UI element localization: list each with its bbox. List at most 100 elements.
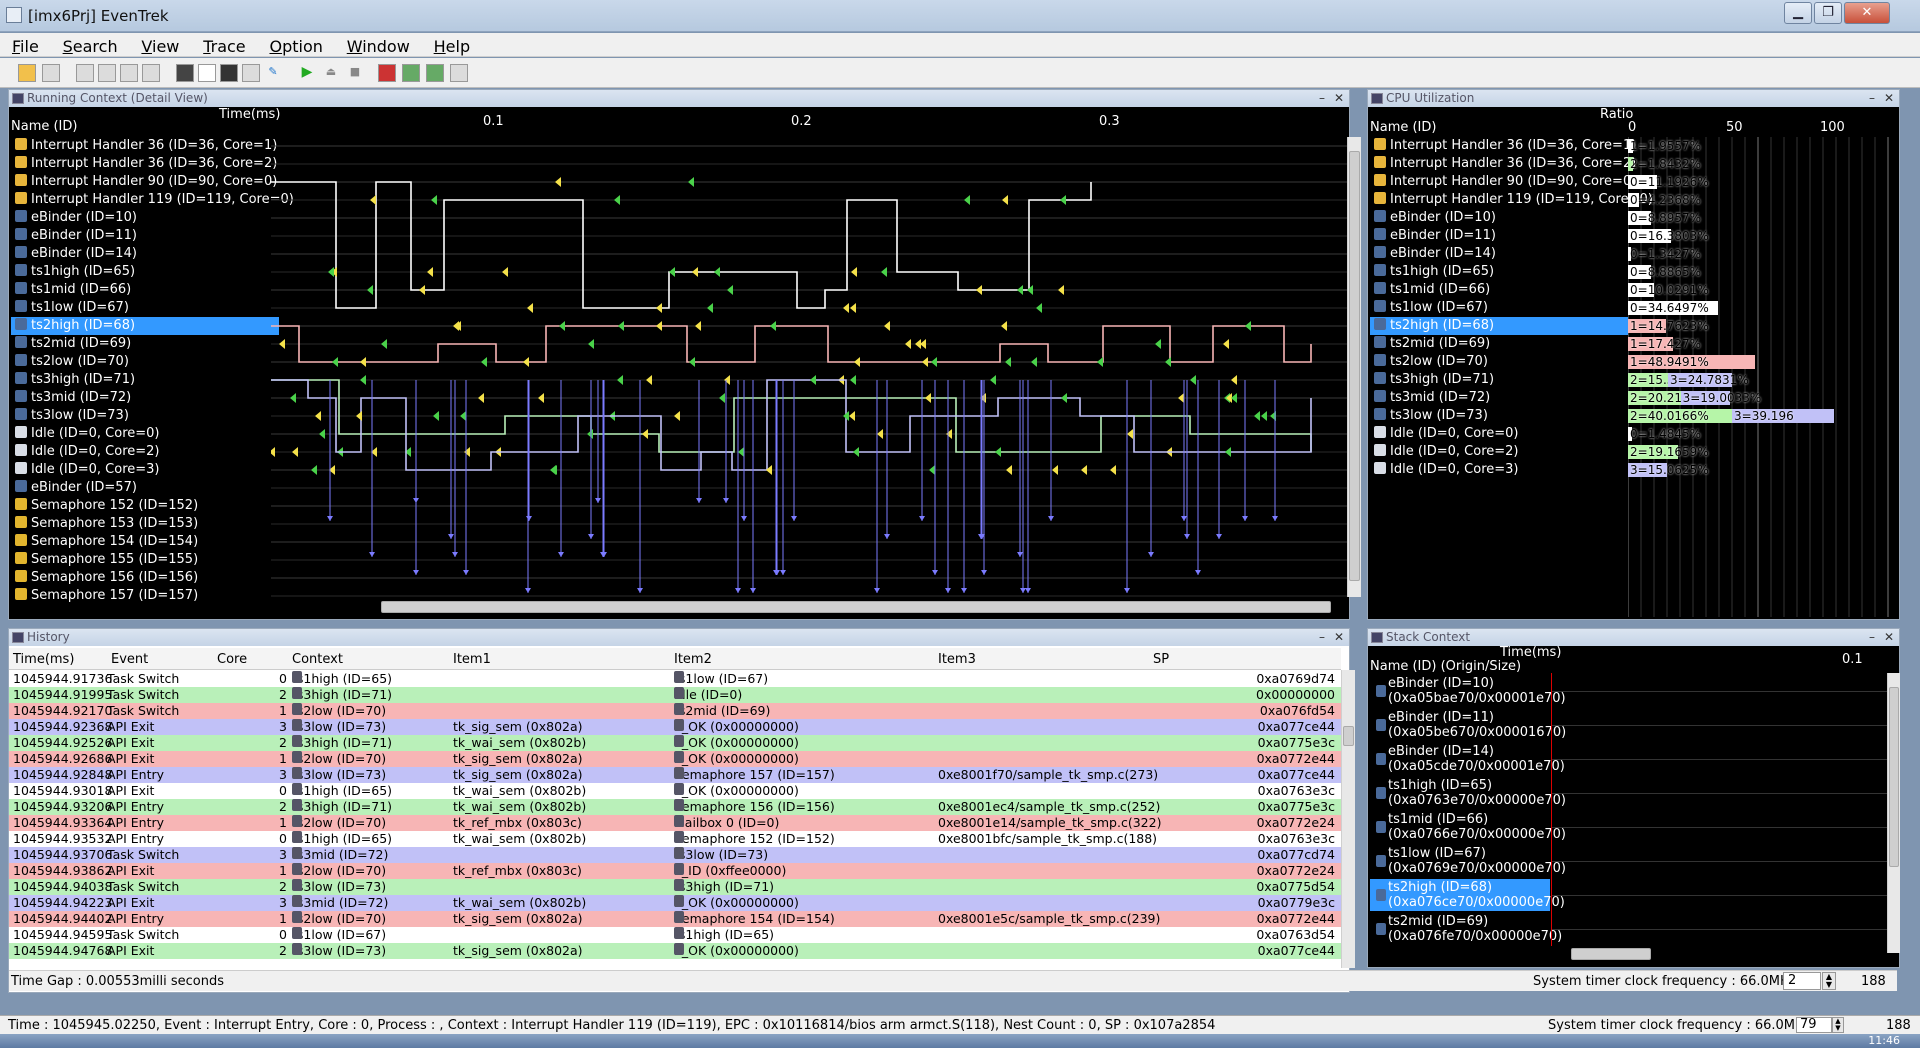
- history-row[interactable]: 1045944.94402 API Entry 1 ts2low (ID=70) tk_…: [9, 911, 1341, 927]
- running-row[interactable]: Interrupt Handler 36 (ID=36, Core=2): [11, 155, 279, 173]
- history-row[interactable]: 1045944.92686 API Exit 1 ts2low (ID=70) tk_s…: [9, 751, 1341, 767]
- running-row[interactable]: Interrupt Handler 119 (ID=119, Core=0): [11, 191, 294, 209]
- column-header-item1[interactable]: Item1: [453, 652, 491, 667]
- menu-search[interactable]: Search: [51, 33, 126, 56]
- running-row[interactable]: Idle (ID=0, Core=0): [11, 425, 279, 443]
- stack-horizontal-scrollbar[interactable]: [1551, 946, 1887, 962]
- column-header-time[interactable]: Time(ms): [13, 652, 74, 667]
- stack-row[interactable]: eBinder (ID=10) (0xa05bae70/0x00001e70): [1370, 675, 1566, 707]
- running-row[interactable]: Interrupt Handler 36 (ID=36, Core=1): [11, 137, 279, 155]
- running-row[interactable]: ts1mid (ID=66): [11, 281, 279, 299]
- cpu-row[interactable]: Interrupt Handler 36 (ID=36, Core=2): [1370, 155, 1636, 173]
- cpu-row[interactable]: ts1high (ID=65): [1370, 263, 1628, 281]
- running-row[interactable]: ts1high (ID=65): [11, 263, 279, 281]
- menu-trace[interactable]: Trace: [191, 33, 253, 56]
- running-row[interactable]: Idle (ID=0, Core=2): [11, 443, 279, 461]
- running-row[interactable]: ts2low (ID=70): [11, 353, 279, 371]
- menu-file[interactable]: File: [0, 33, 47, 56]
- cpu-row[interactable]: eBinder (ID=11): [1370, 227, 1628, 245]
- scroll-thumb[interactable]: [1343, 726, 1354, 746]
- running-row[interactable]: Semaphore 152 (ID=152): [11, 497, 279, 515]
- cpu-row[interactable]: Idle (ID=0, Core=3): [1370, 461, 1628, 479]
- running-row[interactable]: Semaphore 153 (ID=153): [11, 515, 279, 533]
- scroll-thumb[interactable]: [381, 601, 1331, 613]
- cpu-row[interactable]: ts2mid (ID=69): [1370, 335, 1628, 353]
- menu-help[interactable]: Help: [422, 33, 478, 56]
- history-row[interactable]: 1045944.92170 Task Switch 1 ts2low (ID=70) t…: [9, 703, 1341, 719]
- history-row[interactable]: 1045944.93862 API Exit 1 ts2low (ID=70) tk_r…: [9, 863, 1341, 879]
- column-header-event[interactable]: Event: [111, 652, 148, 667]
- stop-icon[interactable]: ■: [346, 64, 364, 82]
- trace-flag-icon[interactable]: [402, 64, 420, 82]
- spin-buttons[interactable]: ▲ ▼: [1822, 972, 1836, 990]
- panel-minimize-button[interactable]: –: [1315, 629, 1329, 646]
- history-row[interactable]: 1045944.91995 Task Switch 2 ts3high (ID=71)…: [9, 687, 1341, 703]
- stack-row[interactable]: ts2mid (ID=69) (0xa076fe70/0x00000e70): [1370, 913, 1562, 945]
- running-row[interactable]: ts2mid (ID=69): [11, 335, 279, 353]
- cpu-row[interactable]: Interrupt Handler 36 (ID=36, Core=1): [1370, 137, 1636, 155]
- find-abc-icon[interactable]: [98, 64, 116, 82]
- stack-row[interactable]: eBinder (ID=14) (0xa05cde70/0x00001e70): [1370, 743, 1565, 775]
- history-vertical-scrollbar[interactable]: [1341, 670, 1355, 968]
- cpu-row[interactable]: eBinder (ID=14): [1370, 245, 1628, 263]
- history-row[interactable]: 1045944.93364 API Entry 1 ts2low (ID=70) tk_…: [9, 815, 1341, 831]
- panel-close-button[interactable]: ✕: [1882, 629, 1896, 646]
- cpu-row[interactable]: ts1low (ID=67): [1370, 299, 1628, 317]
- running-context-timeline[interactable]: [271, 137, 1347, 597]
- running-row[interactable]: Semaphore 155 (ID=155): [11, 551, 279, 569]
- panel-close-button[interactable]: ✕: [1332, 629, 1346, 646]
- cpu-row[interactable]: ts2low (ID=70): [1370, 353, 1628, 371]
- history-row[interactable]: 1045944.94768 API Exit 2 ts3low (ID=73) tk_s…: [9, 943, 1341, 959]
- cpu-row[interactable]: ts2high (ID=68): [1370, 317, 1628, 335]
- stack-row[interactable]: ts1low (ID=67) (0xa0769e70/0x00000e70): [1370, 845, 1566, 877]
- stack-row[interactable]: ts1high (ID=65) (0xa0763e70/0x00000e70): [1370, 777, 1566, 809]
- record-icon[interactable]: [378, 64, 396, 82]
- find-next-icon[interactable]: [142, 64, 160, 82]
- running-row[interactable]: ts3mid (ID=72): [11, 389, 279, 407]
- spin-value-input[interactable]: 79: [1796, 1017, 1832, 1033]
- running-row[interactable]: eBinder (ID=10): [11, 209, 279, 227]
- running-row[interactable]: Semaphore 157 (ID=157): [11, 587, 279, 605]
- history-row[interactable]: 1045944.93206 API Entry 2 ts3high (ID=71) tk…: [9, 799, 1341, 815]
- running-row[interactable]: eBinder (ID=57): [11, 479, 279, 497]
- menu-option[interactable]: Option: [257, 33, 330, 56]
- running-row[interactable]: eBinder (ID=11): [11, 227, 279, 245]
- column-header-item3[interactable]: Item3: [938, 652, 976, 667]
- document-icon[interactable]: [198, 64, 216, 82]
- close-button[interactable]: ✕: [1844, 2, 1890, 24]
- running-row[interactable]: eBinder (ID=14): [11, 245, 279, 263]
- table-view-icon[interactable]: [242, 64, 260, 82]
- menu-window[interactable]: Window: [335, 33, 418, 56]
- cpu-row[interactable]: Idle (ID=0, Core=2): [1370, 443, 1628, 461]
- save-icon[interactable]: [42, 64, 60, 82]
- running-row[interactable]: Semaphore 154 (ID=154): [11, 533, 279, 551]
- history-row[interactable]: 1045944.92848 API Entry 3 ts3low (ID=73) tk_…: [9, 767, 1341, 783]
- detail-view-icon[interactable]: [176, 64, 194, 82]
- panel-close-button[interactable]: ✕: [1882, 90, 1896, 107]
- running-row[interactable]: ts3high (ID=71): [11, 371, 279, 389]
- running-row[interactable]: ts2high (ID=68): [11, 317, 279, 335]
- cpu-row[interactable]: ts3low (ID=73): [1370, 407, 1628, 425]
- history-row[interactable]: 1045944.93532 API Entry 0 ts1high (ID=65) tk…: [9, 831, 1341, 847]
- stack-row[interactable]: ts1mid (ID=66) (0xa0766e70/0x00000e70): [1370, 811, 1566, 843]
- column-header-core[interactable]: Core: [217, 652, 247, 667]
- history-row[interactable]: 1045944.93018 API Exit 0 ts1high (ID=65) tk_…: [9, 783, 1341, 799]
- cpu-row[interactable]: Idle (ID=0, Core=0): [1370, 425, 1628, 443]
- panel-minimize-button[interactable]: –: [1315, 90, 1329, 107]
- history-row[interactable]: 1045944.92526 API Exit 2 ts3high (ID=71) tk_…: [9, 735, 1341, 751]
- column-header-item2[interactable]: Item2: [674, 652, 712, 667]
- open-icon[interactable]: [18, 64, 36, 82]
- stack-row[interactable]: eBinder (ID=11) (0xa05be670/0x00001670): [1370, 709, 1566, 741]
- panel-minimize-button[interactable]: –: [1865, 629, 1879, 646]
- spin-buttons[interactable]: ▲ ▼: [1832, 1017, 1844, 1033]
- running-row[interactable]: Semaphore 156 (ID=156): [11, 569, 279, 587]
- scroll-thumb[interactable]: [1349, 151, 1360, 581]
- scroll-thumb[interactable]: [1889, 687, 1899, 867]
- minimize-button[interactable]: ▁: [1784, 2, 1812, 24]
- trace-flag2-icon[interactable]: [426, 64, 444, 82]
- running-vertical-scrollbar[interactable]: [1347, 137, 1361, 597]
- cpu-row[interactable]: Interrupt Handler 90 (ID=90, Core=0): [1370, 173, 1636, 191]
- running-row[interactable]: Interrupt Handler 90 (ID=90, Core=0): [11, 173, 279, 191]
- running-horizontal-scrollbar[interactable]: [271, 599, 1347, 615]
- panel-close-button[interactable]: ✕: [1332, 90, 1346, 107]
